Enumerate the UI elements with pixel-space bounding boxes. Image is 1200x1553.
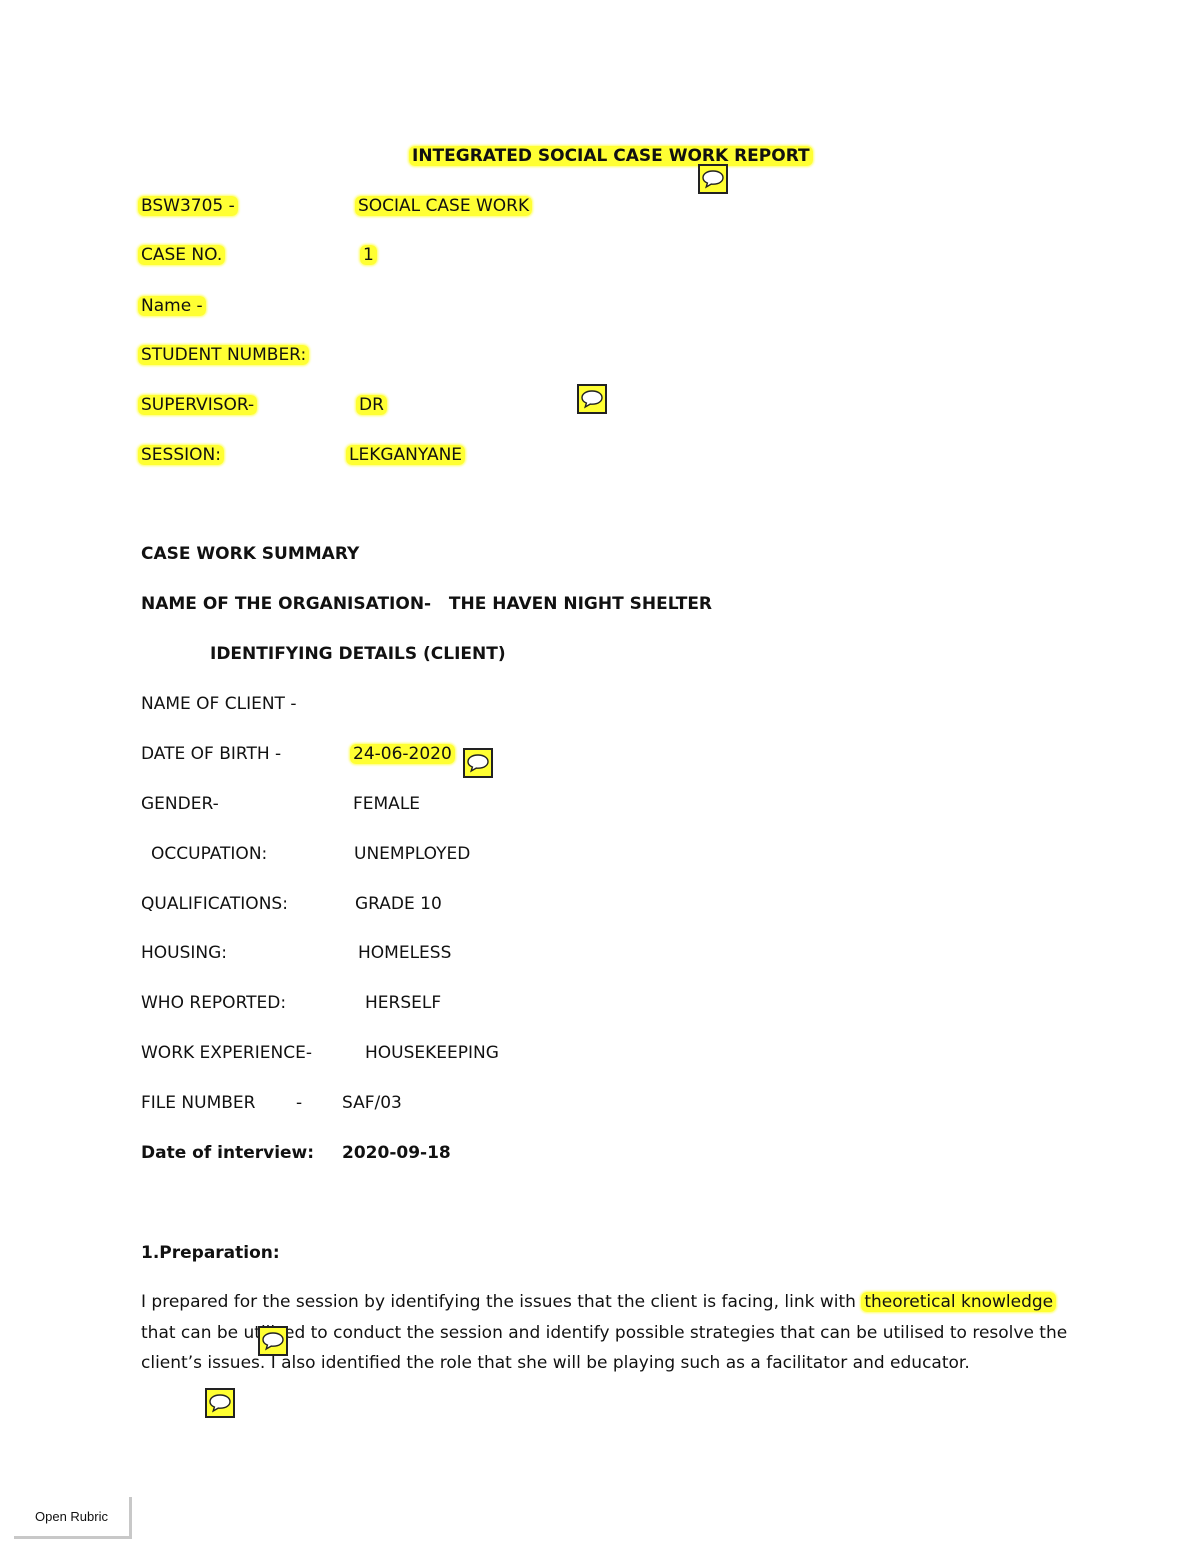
case-no-label: CASE NO.: [138, 243, 226, 267]
housing-value: HOMELESS: [358, 943, 452, 963]
client-name-label: NAME OF CLIENT -: [141, 694, 297, 714]
work-experience-value: HOUSEKEEPING: [365, 1043, 499, 1063]
preparation-heading: 1.Preparation:: [141, 1243, 280, 1263]
who-reported-label: WHO REPORTED:: [141, 993, 287, 1013]
gender-label: GENDER-: [141, 794, 219, 814]
supervisor-label: SUPERVISOR-: [138, 393, 258, 417]
comment-marker-supervisor[interactable]: [577, 384, 607, 414]
organisation-line: NAME OF THE ORGANISATION- THE HAVEN NIGH…: [141, 594, 713, 614]
dob-value: 24-06-2020: [350, 742, 455, 766]
speech-bubble-icon: [702, 170, 724, 189]
file-number-label: FILE NUMBER: [141, 1093, 256, 1113]
gender-value: FEMALE: [353, 794, 421, 814]
interview-date-label: Date of interview:: [141, 1143, 315, 1163]
course-name-value: SOCIAL CASE WORK: [355, 194, 533, 218]
occupation-label: OCCUPATION:: [151, 844, 268, 864]
highlighted-phrase: theoretical knowledge: [861, 1292, 1057, 1312]
speech-bubble-icon: [262, 1332, 284, 1351]
supervisor-value: DR: [356, 393, 387, 417]
student-name-label: Name -: [138, 294, 206, 318]
identifying-heading: IDENTIFYING DETAILS (CLIENT): [210, 644, 506, 664]
speech-bubble-icon: [209, 1394, 231, 1413]
housing-label: HOUSING:: [141, 943, 228, 963]
case-no-value: 1: [360, 243, 377, 267]
dob-label: DATE OF BIRTH -: [141, 744, 282, 764]
who-reported-value: HERSELF: [365, 993, 442, 1013]
work-experience-label: WORK EXPERIENCE-: [141, 1043, 312, 1063]
session-value: LEKGANYANE: [346, 443, 466, 467]
occupation-value: UNEMPLOYED: [354, 844, 471, 864]
comment-marker-dob[interactable]: [463, 748, 493, 778]
comment-marker-educator[interactable]: [205, 1388, 235, 1418]
file-number-value: SAF/03: [342, 1093, 402, 1113]
comment-marker-knowledge[interactable]: [258, 1326, 288, 1356]
student-number-label: STUDENT NUMBER:: [138, 343, 310, 367]
comment-marker-title[interactable]: [698, 164, 728, 194]
qualifications-value: GRADE 10: [355, 894, 442, 914]
file-number-separator: -: [296, 1093, 303, 1113]
session-label: SESSION:: [138, 443, 224, 467]
speech-bubble-icon: [467, 754, 489, 773]
open-rubric-button[interactable]: Open Rubric: [14, 1497, 132, 1539]
qualifications-label: QUALIFICATIONS:: [141, 894, 288, 914]
summary-heading: CASE WORK SUMMARY: [141, 544, 360, 564]
interview-date-value: 2020-09-18: [342, 1143, 451, 1163]
course-code-label: BSW3705 -: [138, 194, 238, 218]
report-title: INTEGRATED SOCIAL CASE WORK REPORT: [409, 144, 813, 168]
speech-bubble-icon: [581, 390, 603, 409]
